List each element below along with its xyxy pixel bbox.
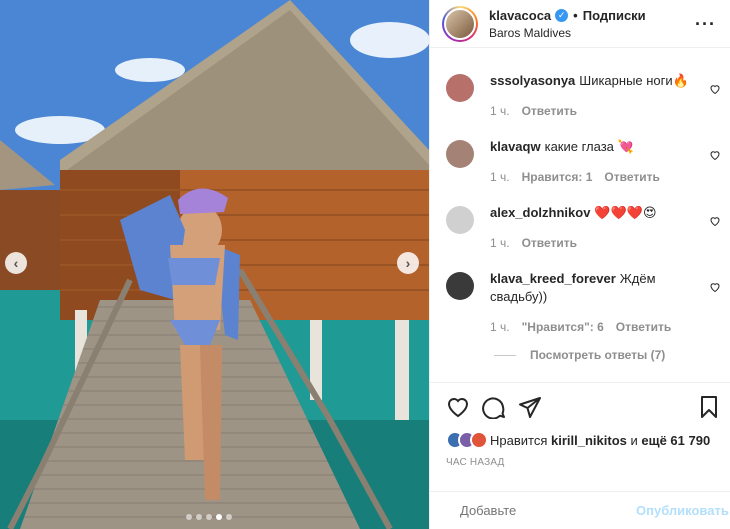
replies-divider-line (494, 354, 516, 356)
view-replies-label: Посмотреть ответы (7) (530, 348, 666, 362)
commenter-avatar[interactable] (446, 272, 474, 300)
like-comment-heart-icon[interactable] (709, 215, 721, 227)
comment-time[interactable]: 1 ч. (490, 104, 510, 118)
comment-time[interactable]: 1 ч. (490, 170, 510, 184)
add-comment-bar: Опубликовать (430, 491, 730, 529)
bookmark-icon[interactable] (697, 395, 721, 419)
comment-item: klavaqw какие глаза 💘 1 ч. Нравится: 1 Отве… (430, 128, 730, 194)
carousel-dot (226, 514, 232, 520)
view-replies-button[interactable]: Посмотреть ответы (7) (494, 348, 730, 362)
reply-button[interactable]: Ответить (522, 236, 577, 250)
next-photo-button[interactable]: › (397, 252, 419, 274)
author-avatar[interactable] (442, 5, 478, 42)
separator-dot: • (573, 7, 578, 23)
comment-item: klava_kreed_forever Ждём свадьбу)) 1 ч. "Н… (430, 260, 730, 338)
comment-bubble-icon[interactable] (482, 395, 506, 419)
comment-time[interactable]: 1 ч. (490, 236, 510, 250)
post-header: klavacoca ✓ • Подписки Baros Maldives ··… (430, 0, 730, 48)
comment-text: ❤️❤️❤️😍 (594, 205, 657, 220)
carousel-dot (186, 514, 192, 520)
like-comment-heart-icon[interactable] (709, 281, 721, 293)
carousel-dot-active (216, 514, 222, 520)
commenter-avatar[interactable] (446, 140, 474, 168)
photo-illustration (0, 0, 429, 529)
carousel-dot (206, 514, 212, 520)
verified-badge-icon: ✓ (555, 8, 569, 22)
author-username[interactable]: klavacoca (489, 8, 551, 23)
comment-text: Шикарные ноги🔥 (579, 73, 689, 88)
likes-middle: и (630, 432, 638, 448)
comment-username[interactable]: sssolyasonya (490, 73, 575, 88)
likes-summary: Нравится kirill_nikitos и ещё 61 790 (446, 431, 721, 449)
post-actions: Нравится kirill_nikitos и ещё 61 790 ЧАС… (430, 382, 730, 468)
post-photo[interactable]: ‹ › (0, 0, 429, 529)
publish-button[interactable]: Опубликовать (636, 503, 729, 518)
comment-likes-count[interactable]: "Нравится": 6 (522, 320, 604, 334)
post-location[interactable]: Baros Maldives (489, 26, 646, 40)
commenter-avatar[interactable] (446, 206, 474, 234)
commenter-avatar[interactable] (446, 74, 474, 102)
comment-text: какие глаза 💘 (544, 139, 634, 154)
carousel-dot (196, 514, 202, 520)
comment-item: sssolyasonya Шикарные ноги🔥 1 ч. Ответить (430, 62, 730, 128)
share-direct-icon[interactable] (518, 395, 542, 419)
like-comment-heart-icon[interactable] (709, 149, 721, 161)
post-time[interactable]: ЧАС НАЗАД (446, 457, 721, 468)
liker-avatars[interactable] (446, 431, 488, 449)
like-comment-heart-icon[interactable] (709, 83, 721, 95)
carousel-indicator (186, 514, 232, 520)
likes-count[interactable]: ещё 61 790 (641, 433, 710, 448)
comment-likes-count[interactable]: Нравится: 1 (522, 170, 593, 184)
following-button[interactable]: Подписки (583, 8, 646, 23)
comment-item: alex_dolzhnikov ❤️❤️❤️😍 1 ч. Ответить (430, 194, 730, 260)
reply-button[interactable]: Ответить (616, 320, 671, 334)
reply-button[interactable]: Ответить (604, 170, 659, 184)
like-heart-icon[interactable] (446, 395, 470, 419)
post-side-panel: klavacoca ✓ • Подписки Baros Maldives ··… (429, 0, 730, 529)
previous-photo-button[interactable]: ‹ (5, 252, 27, 274)
comment-username[interactable]: klavaqw (490, 139, 541, 154)
comment-username[interactable]: alex_dolzhnikov (490, 205, 590, 220)
comment-input[interactable] (460, 503, 636, 518)
comments-list: sssolyasonya Шикарные ноги🔥 1 ч. Ответить … (430, 62, 730, 362)
reply-button[interactable]: Ответить (522, 104, 577, 118)
likes-prefix: Нравится (490, 432, 548, 448)
comment-time[interactable]: 1 ч. (490, 320, 510, 334)
comment-username[interactable]: klava_kreed_forever (490, 271, 616, 286)
liker-username[interactable]: kirill_nikitos (551, 433, 627, 448)
more-options-icon[interactable]: ··· (695, 14, 716, 35)
